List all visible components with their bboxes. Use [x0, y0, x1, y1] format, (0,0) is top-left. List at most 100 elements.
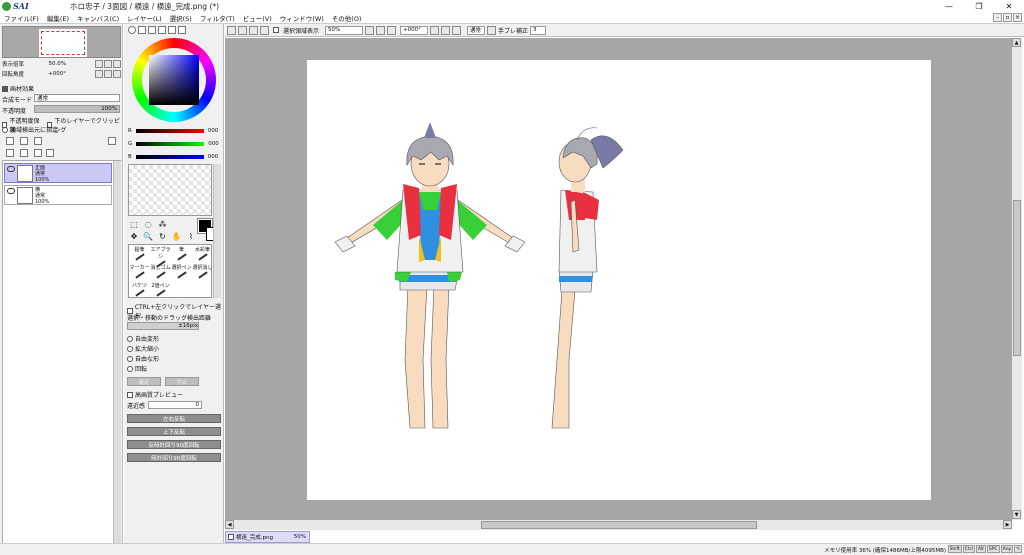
invert-selection-icon[interactable]	[238, 25, 247, 35]
rotate-right-button[interactable]	[104, 70, 112, 78]
zoom-in-icon[interactable]	[376, 25, 386, 35]
brush-watercolor[interactable]: 水彩筆	[192, 245, 213, 263]
new-layer-icon[interactable]	[6, 137, 14, 145]
rotate-cw-icon[interactable]	[441, 25, 451, 35]
new-folder-icon[interactable]	[34, 137, 42, 145]
transform-free-row[interactable]: 自由変形	[127, 334, 159, 343]
close-icon[interactable]: ✕	[994, 0, 1024, 12]
scroll-down-icon[interactable]: ▼	[1012, 510, 1021, 519]
rotate-icon[interactable]: ↻	[157, 232, 167, 242]
zoom-out-icon[interactable]	[365, 25, 375, 35]
visibility-icon[interactable]	[7, 166, 15, 172]
zoom-select[interactable]: 50%	[325, 25, 364, 35]
transform-scale-row[interactable]: 拡大縮小	[127, 344, 159, 353]
brush-bucket[interactable]: バケツ	[129, 281, 150, 299]
rotate-reset-button[interactable]	[113, 70, 121, 78]
brush-pencil[interactable]: 鉛筆	[129, 245, 150, 263]
canvas-viewport[interactable]	[225, 38, 1012, 520]
hq-preview-checkbox[interactable]	[127, 391, 133, 398]
menu-other[interactable]: その他(O)	[328, 13, 366, 23]
zoom-fit-icon[interactable]	[387, 25, 397, 35]
menu-window[interactable]: ウィンドウ(W)	[276, 13, 328, 23]
texture-section[interactable]: 画材効果	[2, 84, 34, 93]
rotate-reset-icon[interactable]	[452, 25, 462, 35]
color-swatch-palette[interactable]	[128, 164, 212, 216]
brush-selection-pen[interactable]: 選択ペン	[171, 263, 192, 281]
rotation-select[interactable]: +000°	[400, 25, 429, 35]
menu-file[interactable]: ファイル(F)	[0, 13, 43, 23]
mirror-view-icon[interactable]	[487, 25, 497, 35]
brush-binary-pen[interactable]: 2値ペン	[150, 281, 171, 299]
zoom-in-button[interactable]	[104, 60, 112, 68]
hq-preview-row[interactable]: 高画質プレビュー	[127, 390, 183, 399]
transform-radio[interactable]	[127, 335, 133, 342]
menu-edit[interactable]: 編集(E)	[43, 13, 73, 23]
magic-wand-icon[interactable]: ⁂	[157, 220, 167, 230]
transform-cancel-button[interactable]: 中止	[165, 377, 199, 386]
eyedropper-icon[interactable]: ⌇	[186, 232, 196, 242]
mdi-restore-icon[interactable]: ▫	[1003, 13, 1012, 22]
swatch-mode-icon[interactable]	[158, 26, 166, 34]
minimize-icon[interactable]: —	[934, 0, 964, 12]
navigator-preview[interactable]	[2, 26, 121, 58]
clear-layer-icon[interactable]	[34, 149, 42, 157]
rotate-ccw-icon[interactable]	[430, 25, 440, 35]
zoom-reset-button[interactable]	[113, 60, 121, 68]
opacity-slider[interactable]: 100%	[34, 105, 120, 113]
navigator-viewport[interactable]	[41, 31, 85, 55]
drag-distance-slider[interactable]: ±16pix	[127, 322, 199, 330]
brush-selection-eraser[interactable]: 選択消し	[192, 263, 213, 281]
scroll-right-icon[interactable]: ▶	[1003, 520, 1012, 529]
mdi-minimize-icon[interactable]: –	[993, 13, 1002, 22]
layer-item-front[interactable]: 正面 通常 100%	[4, 163, 112, 183]
tool-panel-scrollbar[interactable]	[213, 164, 221, 298]
selection-source-row[interactable]: 領域検出元に指定	[2, 125, 58, 134]
perspective-input[interactable]: 0	[148, 401, 202, 409]
copy-layer-icon[interactable]	[6, 149, 14, 157]
stabilizer-select[interactable]: 3	[530, 25, 547, 35]
rgb-slider-mode-icon[interactable]	[138, 26, 146, 34]
select-rect-icon[interactable]: ⬚	[129, 220, 139, 230]
blend-mode-select[interactable]: 通常	[34, 94, 120, 102]
scratchpad-mode-icon[interactable]	[168, 26, 176, 34]
move-icon[interactable]: ✥	[129, 232, 139, 242]
rotate-ccw-button[interactable]: 反時計回り90度回転	[127, 440, 221, 449]
menu-layer[interactable]: レイヤー(L)	[123, 13, 166, 23]
transform-radio[interactable]	[127, 355, 133, 362]
show-selection-checkbox[interactable]	[273, 27, 279, 33]
green-slider[interactable]	[136, 142, 205, 146]
clear-selection-icon[interactable]	[260, 25, 269, 35]
mdi-close-icon[interactable]: ×	[1013, 13, 1022, 22]
vertical-scroll-thumb[interactable]	[1013, 200, 1021, 356]
zoom-out-button[interactable]	[95, 60, 103, 68]
transform-ok-button[interactable]: 確定	[127, 377, 161, 386]
flip-vertical-button[interactable]: 上下反転	[127, 427, 221, 436]
rotate-left-button[interactable]	[95, 70, 103, 78]
menu-filter[interactable]: フィルタ(T)	[196, 13, 239, 23]
brush-eraser[interactable]: 消しゴム	[150, 263, 171, 281]
selection-source-radio[interactable]	[2, 126, 8, 133]
canvas-paper[interactable]	[307, 60, 931, 500]
layer-item-side[interactable]: 横 通常 100%	[4, 185, 112, 205]
brush-marker[interactable]: マーカー	[129, 263, 150, 281]
new-linework-layer-icon[interactable]	[20, 137, 28, 145]
scroll-up-icon[interactable]: ▲	[1012, 38, 1021, 47]
saturation-value-square[interactable]	[149, 55, 199, 105]
hand-icon[interactable]: ✋	[172, 232, 182, 242]
menu-canvas[interactable]: キャンバス(C)	[73, 13, 123, 23]
menu-view[interactable]: ビュー(V)	[239, 13, 276, 23]
transform-rotate-row[interactable]: 回転	[127, 364, 147, 373]
select-all-icon[interactable]	[249, 25, 258, 35]
canvas-vertical-scrollbar[interactable]: ▲ ▼	[1012, 38, 1022, 520]
menu-select[interactable]: 選択(S)	[166, 13, 196, 23]
delete-layer-icon[interactable]	[46, 149, 54, 157]
brush-airbrush[interactable]: エアブラシ	[150, 245, 171, 268]
brush-brush[interactable]: 筆	[171, 245, 192, 263]
lasso-icon[interactable]: ◌	[143, 220, 153, 230]
transform-radio[interactable]	[127, 345, 133, 352]
transform-distort-row[interactable]: 自由な形	[127, 354, 159, 363]
view-mode-select[interactable]: 通常	[467, 25, 486, 35]
visibility-icon[interactable]	[7, 188, 15, 194]
layer-settings-icon[interactable]	[108, 137, 116, 145]
blue-slider[interactable]	[135, 155, 204, 159]
